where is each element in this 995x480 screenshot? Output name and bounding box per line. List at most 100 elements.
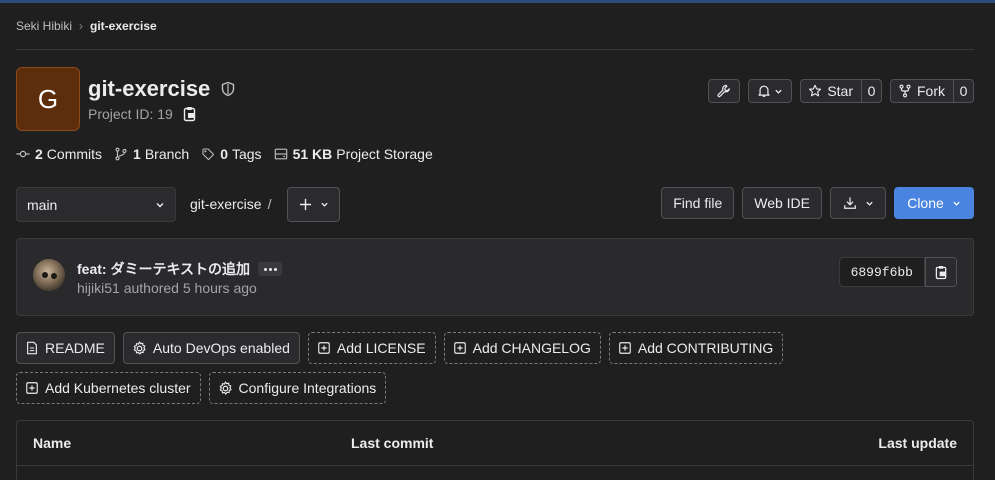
file-tree-table: Name Last commit Last update [16, 420, 974, 480]
star-count[interactable]: 0 [862, 79, 882, 103]
col-last-update-header: Last update [878, 435, 957, 451]
chevron-down-icon [156, 202, 164, 207]
add-to-tree-button[interactable] [287, 187, 340, 222]
storage-size: 51 KB [292, 146, 333, 162]
fork-control: Fork 0 [890, 79, 974, 103]
last-commit-panel: feat: ダミーテキストの追加 hijiki51 authored 5 hou… [16, 238, 974, 316]
pill-label: Configure Integrations [238, 380, 377, 396]
plus-icon [299, 198, 311, 211]
commit-sha-group: 6899f6bb [838, 257, 957, 287]
add-license-button[interactable]: Add LICENSE [307, 332, 436, 364]
branch-dropdown[interactable]: main [16, 187, 176, 222]
pill-label: README [45, 340, 105, 356]
clone-button[interactable]: Clone [894, 187, 974, 219]
commit-title[interactable]: feat: ダミーテキストの追加 [77, 259, 250, 279]
settings-icon [218, 380, 233, 396]
commit-author[interactable]: hijiki51 [77, 280, 120, 296]
copy-sha-button[interactable] [925, 257, 957, 287]
find-file-button[interactable]: Find file [661, 187, 735, 219]
repo-path: git-exercise / [190, 196, 271, 212]
branch-icon [115, 147, 127, 161]
col-name-header: Name [33, 435, 72, 451]
breadcrumb-separator: › [79, 19, 84, 33]
notifications-button[interactable] [748, 79, 793, 103]
add-kubernetes-cluster-button[interactable]: Add Kubernetes cluster [16, 372, 201, 404]
readme-button[interactable]: README [16, 332, 115, 364]
copy-icon [935, 265, 946, 279]
pill-label: Add Kubernetes cluster [45, 380, 191, 396]
auto-devops-enabled-button[interactable]: Auto DevOps enabled [122, 332, 300, 364]
col-last-commit-header: Last commit [351, 435, 434, 451]
fork-button[interactable]: Fork [890, 79, 954, 103]
fork-icon [899, 84, 911, 98]
repo-actions: Find file Web IDE Clone [661, 187, 974, 219]
path-root[interactable]: git-exercise [190, 196, 262, 212]
settings-icon [132, 340, 147, 356]
project-header: G git-exercise Project ID: 19 Star 0 For… [16, 50, 974, 131]
commit-time: authored 5 hours ago [123, 280, 257, 296]
star-control: Star 0 [800, 79, 882, 103]
stat-storage[interactable]: 51 KB Project Storage [274, 146, 433, 162]
download-button[interactable] [830, 187, 886, 219]
add-changelog-button[interactable]: Add CHANGELOG [443, 332, 601, 364]
table-header-row: Name Last commit Last update [17, 421, 973, 466]
download-icon [843, 197, 856, 209]
settings-wrench-button[interactable] [708, 79, 741, 103]
project-actions: Star 0 Fork 0 [708, 79, 974, 103]
star-icon [809, 84, 822, 97]
commit-meta: hijiki51 authored 5 hours ago [77, 280, 257, 296]
commit-title-row: feat: ダミーテキストの追加 [77, 259, 283, 279]
storage-label: Project Storage [336, 146, 433, 162]
bell-icon [758, 85, 770, 97]
toggle-description-button[interactable] [258, 262, 283, 276]
tags-label: Tags [231, 146, 262, 162]
avatar[interactable] [33, 259, 65, 291]
star-label: Star [827, 83, 853, 99]
plus-square-icon [618, 341, 632, 355]
path-separator: / [267, 196, 272, 212]
storage-icon [274, 148, 287, 160]
copy-icon[interactable] [183, 106, 197, 122]
commits-label: Commits [46, 146, 103, 162]
breadcrumb-user[interactable]: Seki Hibiki [16, 19, 72, 33]
page-title: git-exercise [88, 76, 236, 102]
commit-sha[interactable]: 6899f6bb [838, 257, 925, 287]
commits-count: 2 [35, 146, 43, 162]
project-avatar[interactable]: G [16, 67, 80, 131]
pill-label: Add LICENSE [336, 340, 426, 356]
stat-tags[interactable]: 0 Tags [201, 146, 262, 162]
wrench-icon [717, 84, 731, 98]
web-ide-button[interactable]: Web IDE [742, 187, 822, 219]
plus-square-icon [25, 381, 39, 395]
clone-label: Clone [907, 195, 944, 211]
configure-integrations-button[interactable]: Configure Integrations [208, 372, 387, 404]
plus-square-icon [453, 341, 467, 355]
tags-count: 0 [220, 146, 228, 162]
breadcrumb-project[interactable]: git-exercise [90, 19, 157, 33]
repo-toolbar: main git-exercise / Find file Web IDE Clo… [16, 187, 974, 222]
shield-icon[interactable] [220, 81, 236, 97]
commit-icon [16, 150, 30, 158]
star-button[interactable]: Star [800, 79, 862, 103]
branch-name: main [27, 196, 58, 213]
project-name: git-exercise [88, 76, 211, 101]
add-contributing-button[interactable]: Add CONTRIBUTING [608, 332, 784, 364]
stat-branch[interactable]: 1 Branch [114, 146, 189, 162]
stat-commits[interactable]: 2 Commits [16, 146, 102, 162]
project-page: Seki Hibiki › git-exercise G git-exercis… [16, 3, 974, 480]
chevron-down-icon [320, 202, 328, 207]
plus-square-icon [317, 341, 331, 355]
project-id-label: Project ID: 19 [88, 106, 173, 122]
chevron-down-icon [953, 201, 960, 206]
tag-icon [202, 148, 215, 161]
pill-label: Add CHANGELOG [472, 340, 591, 356]
branch-count: 1 [133, 146, 141, 162]
pill-label: Add CONTRIBUTING [637, 340, 774, 356]
project-buttons: README Auto DevOps enabled Add LICENSE Add … [16, 332, 974, 404]
fork-count[interactable]: 0 [954, 79, 974, 103]
project-stats: 2 Commits 1 Branch 0 Tags 51 KB Project … [16, 146, 445, 162]
fork-label: Fork [917, 83, 945, 99]
branch-label: Branch [144, 146, 190, 162]
breadcrumb: Seki Hibiki › git-exercise [16, 3, 974, 50]
chevron-down-icon [775, 89, 782, 94]
